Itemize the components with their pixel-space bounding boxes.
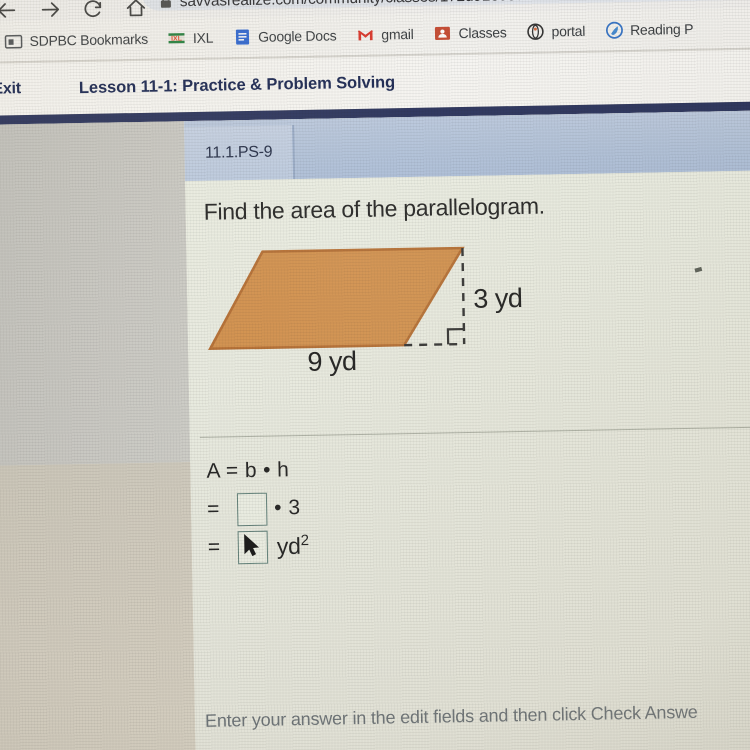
exit-button[interactable]: ‹ Exit (0, 80, 21, 99)
base-input-box[interactable] (236, 492, 268, 526)
problem-tab-bar: 11.1.PS-9 (184, 110, 750, 182)
question-text: Find the area of the parallelogram. (203, 192, 545, 225)
reload-icon[interactable] (82, 0, 104, 20)
exit-label: Exit (0, 80, 22, 98)
right-angle-marker-icon (446, 327, 464, 345)
formula-row: A = b • h (206, 451, 308, 491)
unit-text: yd (276, 532, 301, 560)
left-rail-lower (0, 461, 212, 750)
folder-icon (4, 34, 23, 49)
lesson-title: Lesson 11-1: Practice & Problem Solving (78, 72, 396, 97)
google-docs-icon (235, 29, 249, 45)
svg-text:IXL: IXL (171, 36, 183, 43)
work-area: A = b • h = • 3 = yd2 (206, 451, 309, 567)
parallelogram-shape (208, 246, 465, 351)
step-1-operand: • 3 (273, 496, 301, 520)
bookmark-label: gmail (381, 25, 414, 43)
ixl-icon: IXL (168, 33, 186, 44)
gmail-icon (357, 30, 373, 41)
bookmark-label: SDPBC Bookmarks (29, 30, 149, 49)
area-formula: A = b • h (206, 458, 290, 483)
back-icon[interactable] (0, 0, 18, 22)
unit-exponent: 2 (300, 532, 309, 550)
stray-screen-mark (694, 266, 703, 273)
bookmark-gmail[interactable]: gmail (348, 23, 422, 46)
classes-icon (434, 26, 451, 41)
reading-plus-icon (605, 21, 623, 39)
equals-sign-2: = (207, 535, 221, 559)
section-divider (199, 426, 750, 438)
bookmark-google-docs[interactable]: Google Docs (225, 24, 345, 48)
bookmark-ixl[interactable]: IXL IXL (160, 26, 222, 49)
bookmark-label: IXL (192, 29, 214, 46)
url-text: savvasrealize.com/community/classes/172d… (180, 0, 612, 10)
bookmark-label: portal (551, 22, 586, 40)
problem-panel: 11.1.PS-9 Find the area of the parallelo… (184, 110, 750, 750)
instruction-text: Enter your answer in the edit fields and… (204, 701, 698, 731)
bookmark-reading-plus[interactable]: Reading P (597, 18, 702, 42)
portal-icon (527, 23, 544, 40)
screen-photo: savvasrealize.com/community/classes/172d… (0, 0, 750, 750)
base-extension-dashed-line (404, 342, 465, 347)
base-label: 9 yd (307, 346, 357, 377)
lock-icon (160, 0, 171, 8)
bookmark-classes[interactable]: Classes (425, 21, 514, 45)
height-label: 3 yd (473, 282, 523, 314)
tab-problem-11-1-ps-9[interactable]: 11.1.PS-9 (184, 125, 296, 182)
tab-label: 11.1.PS-9 (204, 143, 273, 162)
forward-icon[interactable] (39, 0, 61, 21)
step-2-row: = yd2 (208, 527, 310, 567)
area-unit: yd2 (277, 532, 310, 560)
bookmark-label: Reading P (629, 20, 694, 38)
equals-sign-1: = (206, 497, 220, 521)
parallelogram-figure: 3 yd 9 yd (200, 235, 533, 391)
bookmark-label: Classes (458, 24, 507, 42)
bookmark-portal[interactable]: portal (518, 20, 593, 43)
problem-body: Find the area of the parallelogram. 3 yd… (185, 170, 750, 750)
bookmark-label: Google Docs (258, 27, 337, 45)
area-input-box[interactable] (237, 530, 269, 564)
mouse-pointer-icon (244, 533, 260, 556)
bookmark-sdpbc-bookmarks[interactable]: SDPBC Bookmarks (0, 28, 156, 53)
step-1-row: = • 3 (207, 489, 309, 529)
